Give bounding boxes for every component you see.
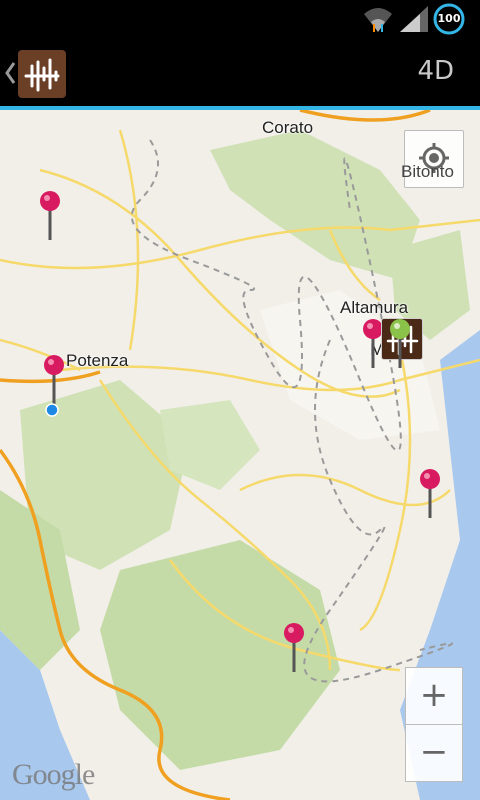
action-bar [0,38,480,108]
current-location-dot [45,403,59,417]
city-label-corato: Corato [262,118,314,137]
pin-potenza[interactable] [42,354,66,408]
pin-north-west[interactable] [38,190,62,244]
city-label-potenza: Potenza [66,351,129,370]
city-label-altamura: Altamura [340,298,409,317]
pin-south[interactable] [282,622,306,676]
city-label-bitonto: Bitonto [401,162,454,181]
app-logo-icon[interactable] [18,50,66,98]
chevron-left-icon[interactable] [3,60,17,86]
zoom-out-button[interactable]: − [405,724,463,782]
google-attribution: Google [12,758,95,791]
status-bar: 100 [0,0,480,38]
map-view[interactable]: Corato Altamura Matera Potenza [0,110,480,800]
signal-icon [400,6,428,32]
battery-level: 100 [437,12,461,25]
app-title: 4D [417,56,454,86]
zoom-in-button[interactable]: + [405,667,463,725]
pin-east[interactable] [418,468,442,522]
pin-matera-green[interactable] [388,318,412,372]
wifi-icon [364,8,392,32]
